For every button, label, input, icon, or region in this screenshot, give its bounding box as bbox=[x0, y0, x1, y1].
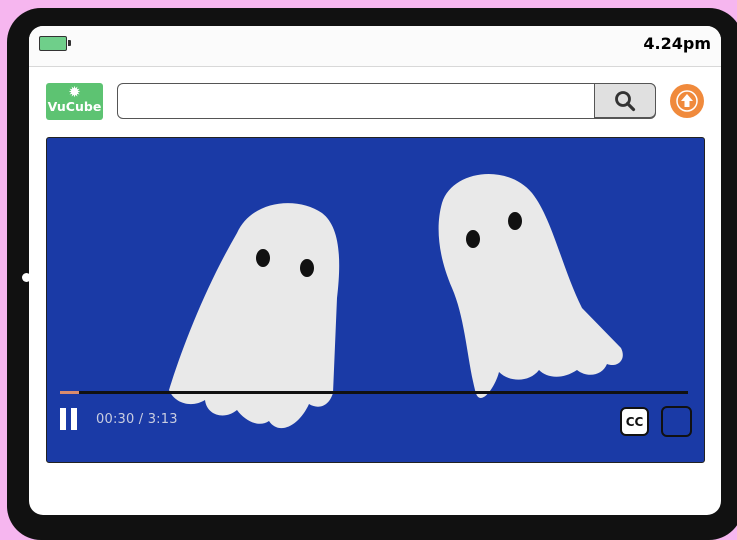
time-display: 00:30 / 3:13 bbox=[96, 412, 178, 427]
captions-label: CC bbox=[625, 414, 644, 429]
ghost-left bbox=[169, 203, 340, 429]
ghost-right bbox=[438, 173, 623, 398]
status-time: 4.24pm bbox=[643, 34, 711, 53]
vucube-logo[interactable]: ✹ VuCube bbox=[46, 83, 103, 120]
search-button[interactable] bbox=[594, 83, 656, 118]
progress-bar[interactable] bbox=[60, 391, 688, 394]
sun-star-icon: ✹ bbox=[68, 83, 81, 101]
pause-icon bbox=[60, 408, 66, 430]
pause-icon bbox=[71, 408, 77, 430]
battery-icon bbox=[39, 36, 71, 51]
upload-button[interactable] bbox=[670, 84, 704, 118]
video-player[interactable]: 00:30 / 3:13 CC bbox=[46, 137, 705, 463]
ghost-right-eye bbox=[466, 230, 480, 248]
search-input[interactable] bbox=[118, 84, 596, 117]
status-bar: 4.24pm bbox=[29, 26, 721, 67]
ghost-left-eye bbox=[256, 249, 270, 267]
search-bar bbox=[117, 83, 656, 119]
fullscreen-button[interactable] bbox=[661, 406, 692, 437]
arrow-up-icon bbox=[676, 90, 698, 112]
search-icon bbox=[615, 90, 636, 111]
progress-played bbox=[60, 391, 79, 394]
captions-button[interactable]: CC bbox=[620, 407, 649, 436]
ghost-right-eye bbox=[508, 212, 522, 230]
pause-button[interactable] bbox=[60, 408, 80, 432]
screen: 4.24pm ✹ VuCube 00:30 / 3:13 CC bbox=[29, 26, 721, 515]
ghost-left-eye bbox=[300, 259, 314, 277]
logo-text: VuCube bbox=[47, 99, 102, 114]
